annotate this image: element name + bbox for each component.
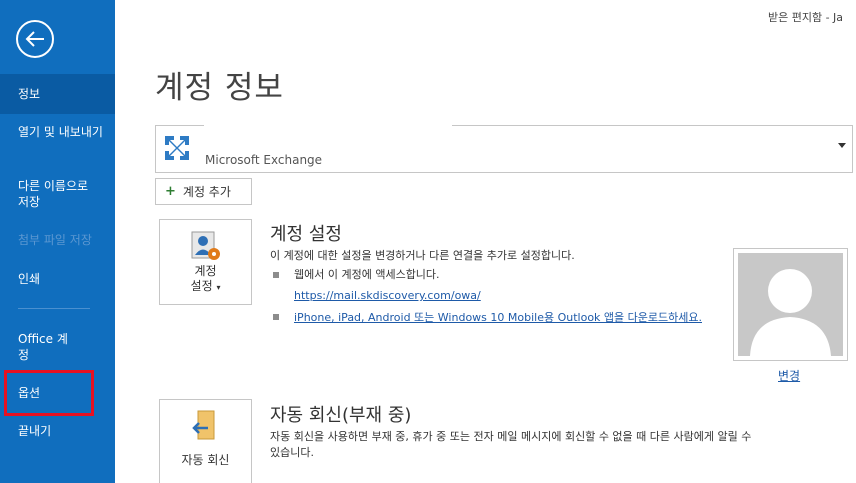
auto-reply-title: 자동 회신(부재 중) (270, 405, 412, 426)
auto-reply-description-1: 자동 회신을 사용하면 부재 중, 휴가 중 또는 전자 메일 메시지에 회신할… (270, 430, 752, 443)
owa-link[interactable]: https://mail.skdiscovery.com/owa/ (294, 289, 481, 302)
account-settings-tile-label-2: 설정 (190, 279, 213, 293)
options-highlight-box (4, 370, 94, 416)
account-settings-description: 이 계정에 대한 설정을 변경하거나 다른 연결을 추가로 설정합니다. (270, 249, 575, 262)
sidebar-item-save-attachments: 첨부 파일 저장 (18, 233, 92, 247)
auto-reply-tile-label: 자동 회신 (181, 453, 230, 467)
dropdown-arrow-icon (838, 143, 846, 148)
mobile-app-link[interactable]: iPhone, iPad, Android 또는 Windows 10 Mobi… (294, 309, 702, 325)
plus-icon: + (165, 184, 176, 199)
auto-reply-description-2: 있습니다. (270, 446, 314, 459)
sidebar-item-exit[interactable]: 끝내기 (0, 423, 115, 439)
web-access-text: 웹에서 이 계정에 액세스합니다. (294, 268, 440, 281)
sidebar-item-print[interactable]: 인쇄 (0, 271, 115, 287)
sidebar-item-save-as[interactable]: 다른 이름으로 저장 (0, 178, 100, 210)
account-settings-button[interactable]: 계정 설정 ▾ (159, 219, 252, 305)
add-account-button[interactable]: + 계정 추가 (155, 178, 252, 205)
sidebar-item-office-account[interactable]: Office 계정 (0, 331, 70, 363)
page-title: 계정 정보 (155, 70, 284, 106)
sidebar-item-open-export[interactable]: 열기 및 내보내기 (0, 124, 105, 140)
account-selector[interactable]: Microsoft Exchange (155, 125, 853, 173)
account-settings-title: 계정 설정 (270, 224, 342, 245)
sidebar-divider (18, 308, 90, 309)
account-settings-icon (191, 231, 220, 260)
change-photo-link[interactable]: 변경 (778, 367, 800, 384)
auto-reply-icon (192, 410, 215, 440)
add-account-label: 계정 추가 (182, 185, 231, 199)
auto-reply-button[interactable]: 자동 회신 (159, 399, 252, 483)
account-settings-tile-label-1: 계정 (194, 264, 217, 278)
person-placeholder-icon (750, 269, 831, 356)
exchange-icon (163, 134, 191, 162)
account-settings-tile-label-row: 설정 ▾ (160, 279, 251, 295)
chevron-down-icon: ▾ (216, 283, 221, 292)
bullet-icon (273, 272, 279, 278)
back-arrow-icon (25, 31, 44, 47)
window-title: 받은 편지함 - Ja (768, 11, 844, 24)
account-type: Microsoft Exchange (205, 153, 323, 167)
backstage-sidebar: 정보 열기 및 내보내기 다른 이름으로 저장 첨부 파일 저장 인쇄 Offi… (0, 0, 115, 483)
profile-photo (733, 248, 848, 361)
account-email-redacted (204, 125, 452, 153)
back-button[interactable] (16, 20, 54, 58)
sidebar-item-info[interactable]: 정보 (0, 74, 115, 114)
bullet-icon (273, 314, 279, 320)
